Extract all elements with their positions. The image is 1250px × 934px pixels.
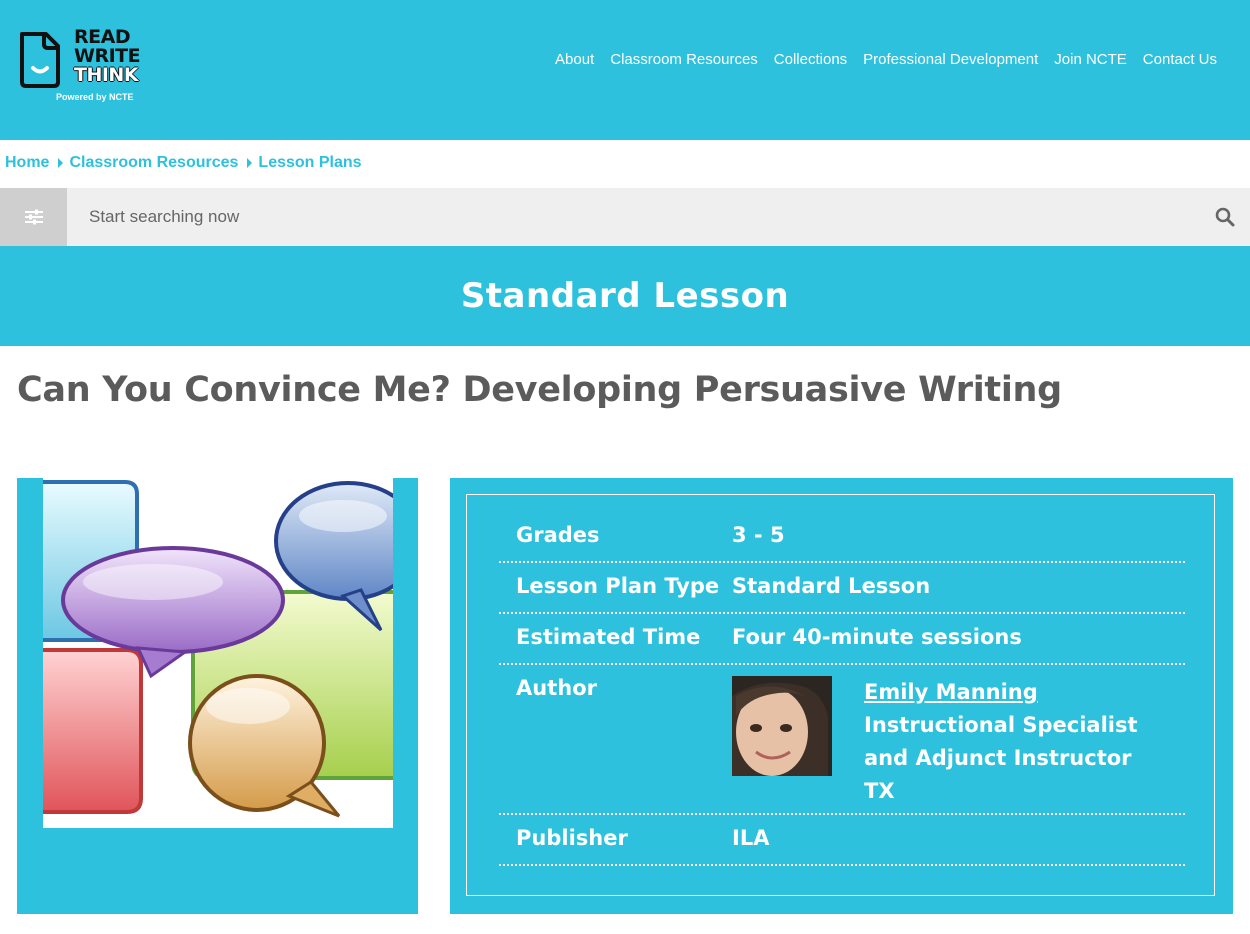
author-name-link[interactable]: Emily Manning bbox=[864, 680, 1038, 704]
lesson-image bbox=[43, 478, 393, 828]
powered-by-label: Powered by NCTE bbox=[56, 92, 134, 102]
breadcrumb-lesson-plans[interactable]: Lesson Plans bbox=[258, 154, 361, 172]
detail-row-grades: Grades 3 - 5 bbox=[499, 513, 1185, 563]
publisher-value: ILA bbox=[732, 826, 770, 850]
lesson-plan-type-value: Standard Lesson bbox=[732, 574, 931, 598]
lesson-image-panel bbox=[17, 478, 418, 914]
nav-professional-development[interactable]: Professional Development bbox=[863, 51, 1038, 68]
site-logo[interactable]: READ WRITE THINK Powered by NCTE bbox=[16, 28, 146, 108]
nav-contact-us[interactable]: Contact Us bbox=[1143, 51, 1217, 68]
lesson-details-table: Grades 3 - 5 Lesson Plan Type Standard L… bbox=[466, 494, 1215, 896]
lesson-type-banner: Standard Lesson bbox=[0, 246, 1250, 346]
lesson-type-label: Standard Lesson bbox=[460, 276, 790, 316]
author-avatar bbox=[732, 676, 832, 776]
nav-collections[interactable]: Collections bbox=[774, 51, 847, 68]
site-header: READ WRITE THINK Powered by NCTE About C… bbox=[0, 0, 1250, 140]
detail-row-lesson-plan-type: Lesson Plan Type Standard Lesson bbox=[499, 564, 1185, 614]
estimated-time-label: Estimated Time bbox=[516, 625, 701, 649]
author-location: TX bbox=[864, 779, 895, 803]
lesson-plan-type-label: Lesson Plan Type bbox=[516, 574, 720, 598]
author-photo bbox=[732, 676, 832, 776]
search-bar bbox=[0, 188, 1250, 246]
grades-label: Grades bbox=[516, 523, 600, 547]
nav-about[interactable]: About bbox=[555, 51, 594, 68]
logo-line-think: THINK bbox=[74, 64, 139, 86]
breadcrumb-home[interactable]: Home bbox=[5, 154, 49, 172]
logo-doc-icon bbox=[20, 32, 60, 88]
breadcrumb-arrow-icon bbox=[58, 158, 64, 168]
speech-bubbles-illustration bbox=[43, 480, 393, 818]
main-nav: About Classroom Resources Collections Pr… bbox=[555, 51, 1217, 68]
nav-classroom-resources[interactable]: Classroom Resources bbox=[610, 51, 758, 68]
breadcrumb: Home Classroom Resources Lesson Plans bbox=[5, 154, 362, 172]
detail-row-author: Author Emily Manning Instructional Speci… bbox=[499, 666, 1185, 815]
search-icon[interactable] bbox=[1214, 206, 1236, 228]
grades-value: 3 - 5 bbox=[732, 523, 785, 547]
page-title: Can You Convince Me? Developing Persuasi… bbox=[17, 370, 1062, 410]
logo-wordmark: READ WRITE THINK bbox=[74, 28, 141, 86]
nav-join-ncte[interactable]: Join NCTE bbox=[1054, 51, 1127, 68]
breadcrumb-classroom-resources[interactable]: Classroom Resources bbox=[69, 154, 238, 172]
author-info: Emily Manning Instructional Specialist a… bbox=[864, 676, 1138, 808]
author-title-line-2: and Adjunct Instructor bbox=[864, 746, 1132, 770]
author-label: Author bbox=[516, 676, 597, 700]
detail-row-publisher: Publisher ILA bbox=[499, 816, 1185, 866]
filter-button[interactable] bbox=[0, 188, 67, 246]
detail-row-estimated-time: Estimated Time Four 40-minute sessions bbox=[499, 615, 1185, 665]
breadcrumb-arrow-icon bbox=[247, 158, 253, 168]
filter-sliders-icon bbox=[24, 209, 43, 225]
lesson-details-panel: Grades 3 - 5 Lesson Plan Type Standard L… bbox=[450, 478, 1233, 914]
author-title-line-1: Instructional Specialist bbox=[864, 713, 1138, 737]
publisher-label: Publisher bbox=[516, 826, 628, 850]
estimated-time-value: Four 40-minute sessions bbox=[732, 625, 1022, 649]
search-input[interactable] bbox=[67, 188, 1209, 246]
